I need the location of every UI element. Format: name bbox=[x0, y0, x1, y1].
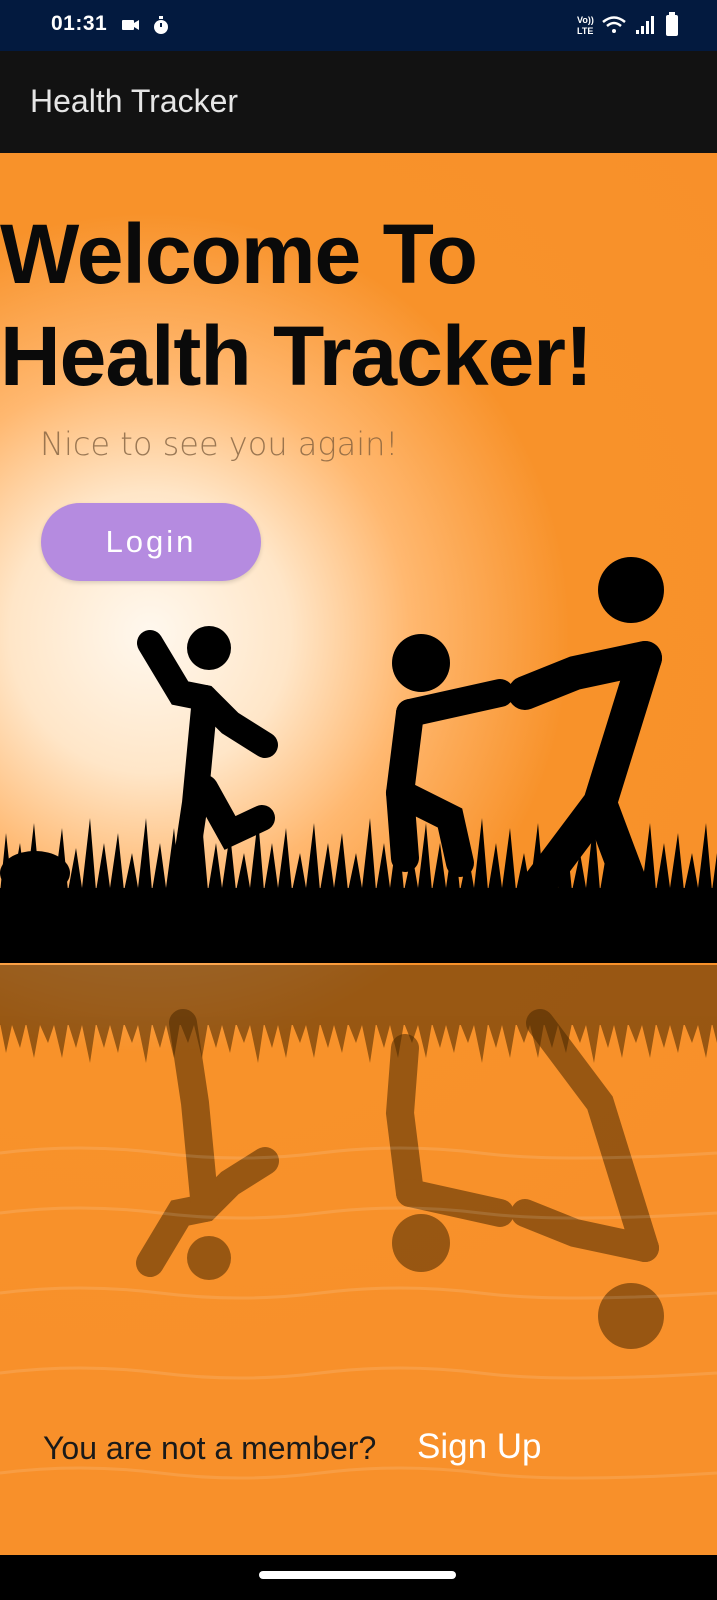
login-button[interactable]: Login bbox=[41, 503, 261, 581]
status-icons-right: Vo)) LTE bbox=[577, 12, 678, 36]
signup-link[interactable]: Sign Up bbox=[417, 1427, 542, 1467]
stopwatch-icon bbox=[154, 16, 168, 34]
welcome-screen: Welcome To Health Tracker! Nice to see y… bbox=[0, 153, 717, 1555]
child-middle-silhouette bbox=[385, 634, 514, 877]
battery-icon bbox=[666, 12, 678, 36]
volte-icon: Vo)) LTE bbox=[577, 15, 594, 36]
video-camera-icon bbox=[122, 20, 139, 30]
status-bar: 01:31 Vo)) LTE bbox=[0, 0, 717, 51]
home-indicator[interactable] bbox=[259, 1571, 456, 1579]
wifi-icon bbox=[602, 16, 626, 33]
welcome-heading-line2: Health Tracker! bbox=[0, 309, 593, 403]
status-time: 01:31 bbox=[51, 12, 108, 35]
welcome-subtitle: Nice to see you again! bbox=[40, 425, 399, 463]
reflection-figures bbox=[136, 1009, 664, 1349]
welcome-heading: Welcome To Health Tracker! bbox=[0, 203, 717, 407]
child-left-silhouette bbox=[137, 626, 278, 896]
status-icons-left bbox=[122, 16, 168, 34]
not-member-prompt: You are not a member? bbox=[43, 1430, 377, 1466]
app-title: Health Tracker bbox=[30, 83, 239, 119]
svg-text:LTE: LTE bbox=[577, 26, 593, 36]
adult-right-silhouette bbox=[508, 557, 664, 900]
signal-icon bbox=[636, 16, 654, 34]
app-bar: Health Tracker bbox=[0, 51, 717, 153]
svg-text:Vo)): Vo)) bbox=[577, 15, 594, 25]
water-reflection bbox=[0, 965, 717, 1063]
welcome-heading-line1: Welcome To bbox=[0, 207, 478, 301]
